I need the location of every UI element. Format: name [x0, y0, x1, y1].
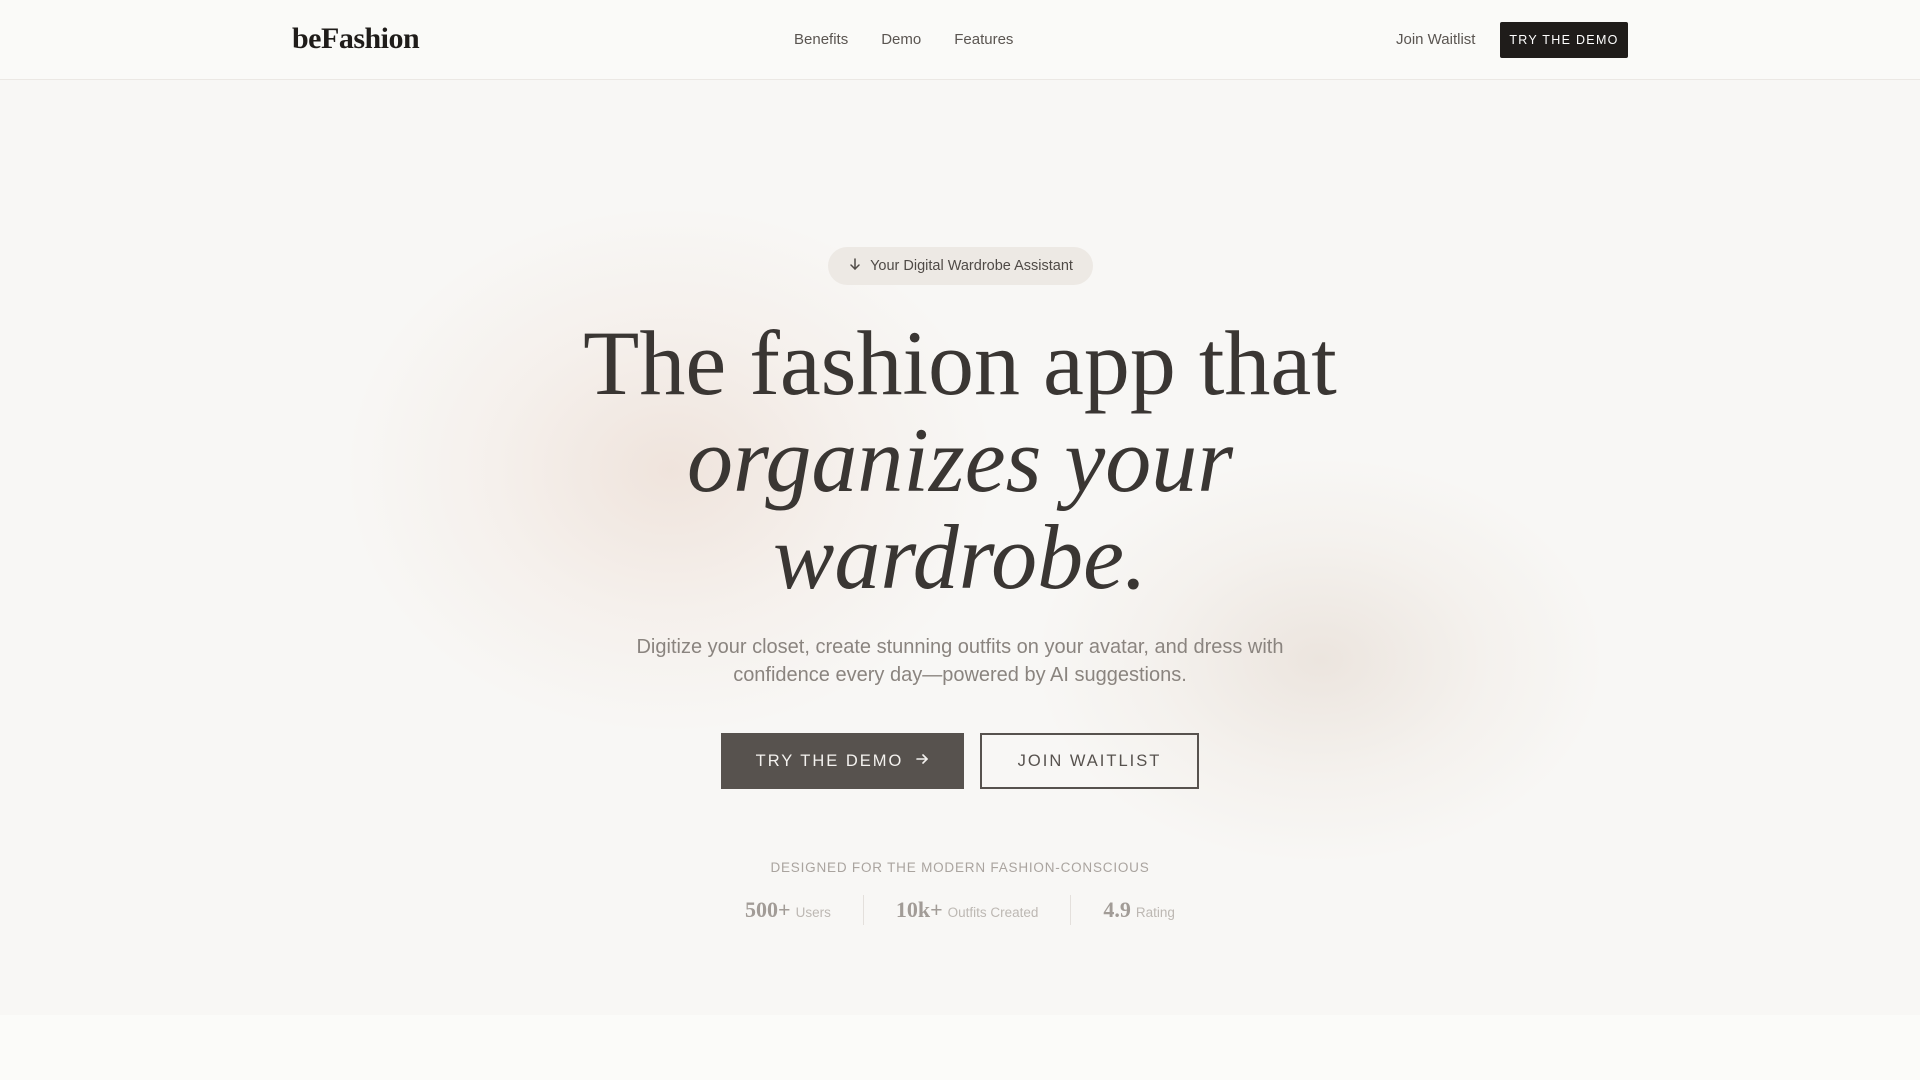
site-header: beFashion Benefits Demo Features Join Wa…: [0, 0, 1920, 80]
headline-line-2: organizes your: [686, 409, 1234, 511]
join-waitlist-link[interactable]: Join Waitlist: [1396, 31, 1475, 48]
logo[interactable]: beFashion: [292, 22, 420, 56]
nav-link-demo[interactable]: Demo: [881, 31, 921, 48]
page: beFashion Benefits Demo Features Join Wa…: [0, 0, 1920, 1080]
headline-line-1: The fashion app that: [583, 312, 1337, 414]
hero-badge: Your Digital Wardrobe Assistant: [828, 247, 1093, 285]
stat-value: 4.9: [1103, 897, 1131, 922]
stat-rating: 4.9 Rating: [1071, 897, 1207, 923]
next-section-band: [0, 1015, 1920, 1080]
join-waitlist-button[interactable]: JOIN WAITLIST: [980, 733, 1199, 789]
header-try-demo-button[interactable]: TRY THE DEMO: [1500, 22, 1628, 58]
arrow-right-icon: [915, 752, 929, 771]
badge-label: Your Digital Wardrobe Assistant: [870, 258, 1073, 274]
try-demo-button[interactable]: TRY THE DEMO: [721, 733, 964, 789]
stats-row: 500+ Users 10k+ Outfits Created 4.9 Rati…: [0, 895, 1920, 925]
headline-line-3: wardrobe.: [773, 506, 1147, 608]
stat-users: 500+ Users: [713, 897, 863, 923]
stat-label: Rating: [1135, 905, 1175, 920]
main-nav: Benefits Demo Features: [794, 31, 1013, 48]
nav-link-features[interactable]: Features: [954, 31, 1013, 48]
hero-subtext: Digitize your closet, create stunning ou…: [636, 636, 1284, 686]
nav-link-benefits[interactable]: Benefits: [794, 31, 848, 48]
designed-for-caption: DESIGNED FOR THE MODERN FASHION-CONSCIOU…: [770, 860, 1150, 875]
hero-headline: The fashion app that organizes your ward…: [460, 315, 1460, 606]
stat-value: 10k+: [895, 897, 943, 922]
try-demo-label: TRY THE DEMO: [755, 751, 904, 770]
stat-label: Users: [795, 905, 831, 920]
arrow-down-icon: [848, 257, 862, 275]
stat-label: Outfits Created: [947, 905, 1039, 920]
stat-value: 500+: [745, 897, 791, 922]
stat-outfits: 10k+ Outfits Created: [864, 897, 1071, 923]
